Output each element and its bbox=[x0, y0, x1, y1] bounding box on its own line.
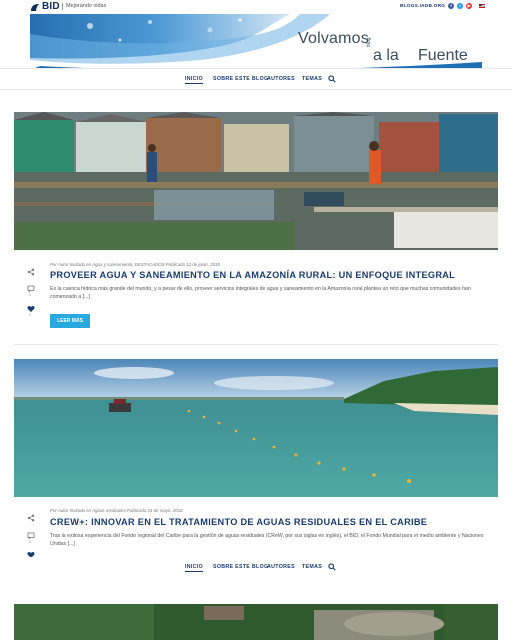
tagline: Mejorando vidas bbox=[62, 3, 106, 10]
comment-icon[interactable] bbox=[27, 532, 35, 540]
banner-title-line2a: a la bbox=[373, 47, 399, 64]
share-icon[interactable] bbox=[27, 514, 35, 522]
post-2-excerpt: Tras la exitosa experiencia del Fondo re… bbox=[50, 533, 484, 548]
banner-title-line2b: Fuente bbox=[418, 47, 468, 64]
comment-icon[interactable] bbox=[27, 285, 35, 293]
top-bar: BID Mejorando vidas BLOGS.IADB.ORG f t ▶ bbox=[0, 0, 512, 14]
like-heart-icon[interactable] bbox=[27, 305, 35, 313]
nav-item-sobre-este-blog[interactable]: SOBRE ESTE BLOG bbox=[213, 76, 268, 82]
water-splash-graphic bbox=[30, 14, 482, 70]
nav-item-autores[interactable]: AUTORES bbox=[267, 76, 295, 82]
logo-text[interactable]: BID bbox=[42, 1, 60, 12]
facebook-icon[interactable]: f bbox=[448, 3, 454, 9]
main-nav: INICIO SOBRE ESTE BLOG AUTORES TEMAS bbox=[0, 68, 512, 90]
search-icon[interactable] bbox=[328, 75, 336, 83]
post-2-title[interactable]: CREW+: INNOVAR EN EL TRATAMIENTO DE AGUA… bbox=[50, 517, 427, 527]
language-flag-icon[interactable] bbox=[479, 4, 485, 8]
youtube-icon[interactable]: ▶ bbox=[466, 3, 472, 9]
post-1-meta: Por Autor Invitado en Agua y saneamiento… bbox=[50, 262, 220, 267]
banner-by-word: blog bbox=[366, 37, 372, 47]
post-2-meta: Por Autor Invitado en Aguas residuales P… bbox=[50, 508, 183, 513]
blogs-link[interactable]: BLOGS.IADB.ORG bbox=[400, 4, 445, 9]
blog-banner[interactable]: Volvamos blog a la Fuente bbox=[30, 14, 482, 70]
bid-logo-icon[interactable] bbox=[30, 3, 41, 12]
like-count: 0 bbox=[29, 313, 31, 317]
nav-item-inicio[interactable]: INICIO bbox=[185, 76, 203, 84]
nav-item-temas[interactable]: TEMAS bbox=[302, 564, 322, 570]
sticky-nav: INICIO SOBRE ESTE BLOG AUTORES TEMAS bbox=[0, 557, 512, 579]
blog-page: BID Mejorando vidas BLOGS.IADB.ORG f t ▶ bbox=[0, 0, 512, 640]
post-1-image[interactable] bbox=[14, 112, 498, 250]
post-1-title[interactable]: PROVEER AGUA Y SANEAMIENTO EN LA AMAZONÍ… bbox=[50, 270, 455, 280]
post-3-image[interactable] bbox=[14, 604, 498, 640]
post-1-excerpt: Es la cuenca hídrica más grande del mund… bbox=[50, 286, 471, 301]
nav-item-autores[interactable]: AUTORES bbox=[267, 564, 295, 570]
comment-count: 0 bbox=[29, 293, 31, 297]
nav-item-temas[interactable]: TEMAS bbox=[302, 76, 322, 82]
twitter-icon[interactable]: t bbox=[457, 3, 463, 9]
search-icon[interactable] bbox=[328, 563, 336, 571]
post-2-image[interactable] bbox=[14, 359, 498, 497]
comment-count: 0 bbox=[29, 540, 31, 544]
nav-item-sobre-este-blog[interactable]: SOBRE ESTE BLOG bbox=[213, 564, 268, 570]
nav-item-inicio[interactable]: INICIO bbox=[185, 564, 203, 572]
post-divider bbox=[14, 344, 498, 345]
banner-title-line1: Volvamos bbox=[298, 30, 369, 47]
read-more-button[interactable]: LEER MÁS bbox=[50, 314, 90, 328]
share-icon[interactable] bbox=[27, 268, 35, 276]
